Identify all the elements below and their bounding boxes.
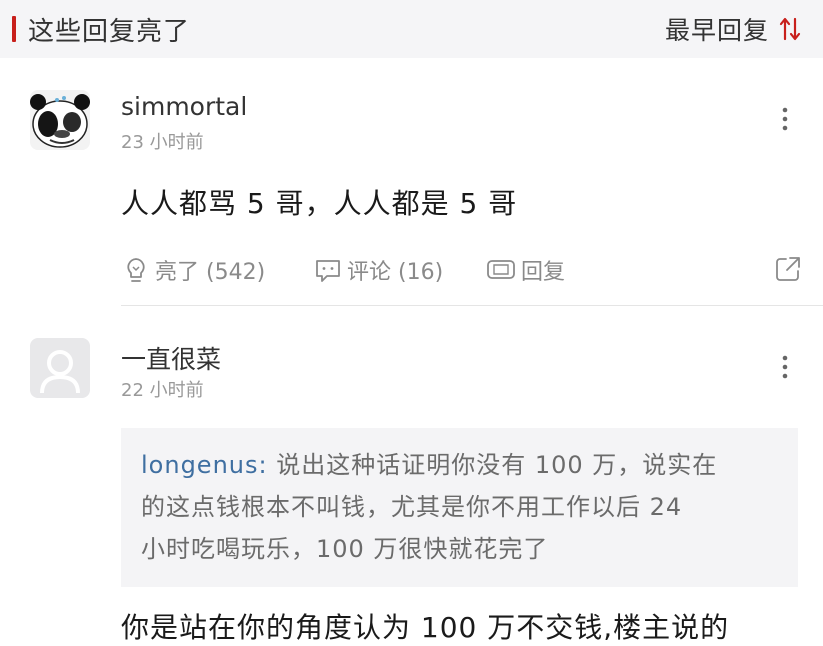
reply-bubble-icon xyxy=(487,260,515,279)
share-button[interactable] xyxy=(773,254,807,284)
timestamp: 22 小时前 xyxy=(121,380,204,401)
reply-label[interactable]: 回复 xyxy=(521,254,565,286)
username[interactable]: simmortal xyxy=(121,92,247,121)
default-user-avatar[interactable] xyxy=(30,338,90,398)
quote-line-3: 小时吃喝玩乐，100 万很快就花完了 xyxy=(141,535,549,563)
timestamp: 23 小时前 xyxy=(121,132,204,153)
like-count[interactable]: 亮了 (542) xyxy=(155,254,265,286)
lightbulb-icon xyxy=(127,258,145,282)
comment-text: 你是站在你的角度认为 100 万不交钱,楼主说的 xyxy=(121,611,730,644)
quote-line-1: longenus: 说出这种话证明你没有 100 万，说实在 xyxy=(141,444,778,486)
quote-username[interactable]: longenus: xyxy=(141,451,268,479)
sort-arrows-icon[interactable] xyxy=(779,16,801,42)
chat-bubble-icon xyxy=(316,260,340,282)
quote-text-1: 说出这种话证明你没有 100 万，说实在 xyxy=(267,451,718,479)
comment-count[interactable]: 评论 (16) xyxy=(347,254,443,286)
sort-control[interactable]: 最早回复 xyxy=(665,11,801,47)
comment-button[interactable]: 评论 (16) xyxy=(313,254,443,286)
quote-line-2: 的这点钱根本不叫钱，尤其是你不用工作以后 24 xyxy=(141,493,683,521)
share-icon xyxy=(776,257,800,281)
comment-divider xyxy=(121,305,823,306)
more-vertical-icon[interactable] xyxy=(776,352,794,382)
panda-meme-avatar[interactable] xyxy=(30,90,90,150)
replies-header: 这些回复亮了 最早回复 xyxy=(0,0,823,58)
header-title-group: 这些回复亮了 xyxy=(12,11,190,48)
like-button[interactable]: 亮了 (542) xyxy=(121,254,265,286)
reply-button[interactable]: 回复 xyxy=(485,254,565,286)
sort-label[interactable]: 最早回复 xyxy=(665,11,769,47)
quoted-reply: longenus: 说出这种话证明你没有 100 万，说实在 的这点钱根本不叫钱… xyxy=(121,428,798,587)
comment-text: 人人都骂 5 哥，人人都是 5 哥 xyxy=(121,187,518,220)
page-title: 这些回复亮了 xyxy=(28,16,191,47)
more-vertical-icon[interactable] xyxy=(776,104,794,134)
username[interactable]: 一直很菜 xyxy=(121,340,221,376)
accent-bar xyxy=(12,16,16,42)
comment-actions: 亮了 (542) 评论 (16) 回复 xyxy=(121,254,811,290)
